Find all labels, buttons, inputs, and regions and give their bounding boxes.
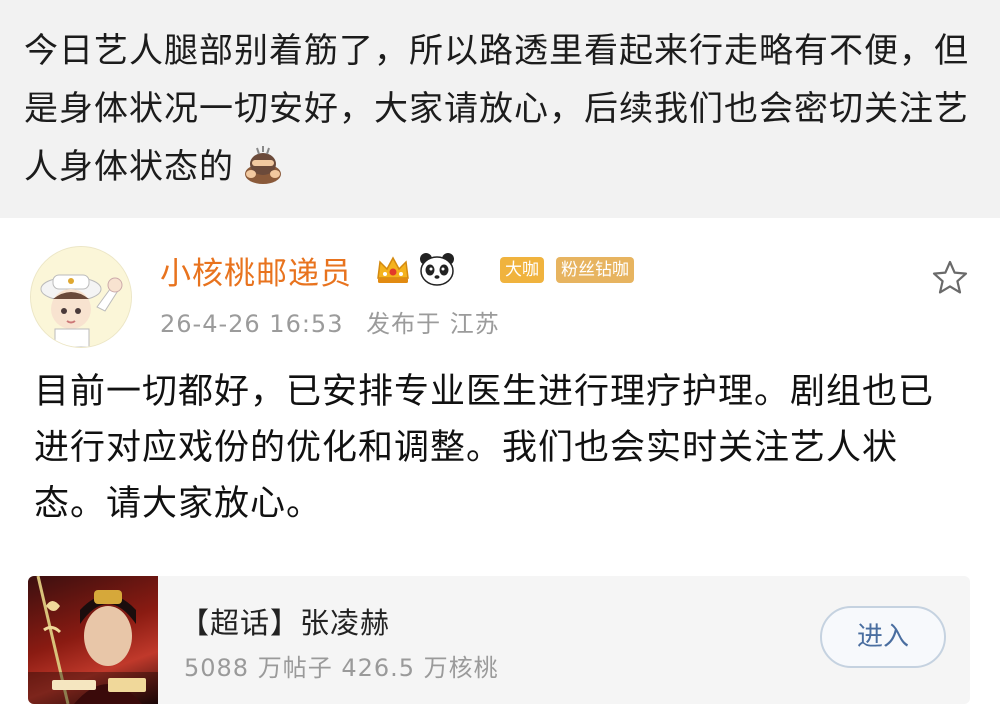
badge-fan-diamond: 粉丝钻咖	[556, 257, 634, 283]
bow-emoji-icon	[245, 146, 281, 184]
avatar-illustration	[31, 247, 131, 347]
quoted-post-text: 今日艺人腿部别着筋了，所以路透里看起来行走略有不便，但是身体状况一切安好，大家请…	[24, 22, 984, 196]
quoted-post-text-content: 今日艺人腿部别着筋了，所以路透里看起来行走略有不便，但是身体状况一切安好，大家请…	[24, 31, 969, 187]
post-meta: 26-4-26 16:53 发布于 江苏	[160, 304, 514, 339]
post-location: 发布于 江苏	[366, 310, 500, 338]
weibo-post: 小核桃邮递员 大咖 粉丝钻咖 26-4-26 16:53 发布于 江苏 目前一切…	[0, 218, 1000, 723]
crown-icon	[377, 256, 409, 283]
star-icon[interactable]	[930, 258, 970, 298]
topic-thumbnail	[28, 576, 158, 704]
username[interactable]: 小核桃邮递员	[160, 248, 352, 293]
post-body-text: 目前一切都好，已安排专业医生进行理疗护理。剧组也已进行对应戏份的优化和调整。我们…	[34, 372, 935, 524]
post-timestamp: 26-4-26 16:53	[160, 310, 344, 338]
quoted-post-area: 今日艺人腿部别着筋了，所以路透里看起来行走略有不便，但是身体状况一切安好，大家请…	[0, 0, 1000, 218]
topic-thumbnail-illustration	[28, 576, 158, 704]
topic-stats: 5088 万帖子 426.5 万核桃	[184, 654, 499, 682]
topic-title[interactable]: 【超话】张凌赫	[180, 600, 390, 642]
panda-icon	[420, 253, 454, 286]
avatar[interactable]	[30, 246, 132, 348]
topic-card[interactable]: 【超话】张凌赫 5088 万帖子 426.5 万核桃 进入	[28, 576, 970, 704]
enter-button[interactable]: 进入	[820, 606, 946, 668]
badge-big-shot: 大咖	[500, 257, 544, 283]
